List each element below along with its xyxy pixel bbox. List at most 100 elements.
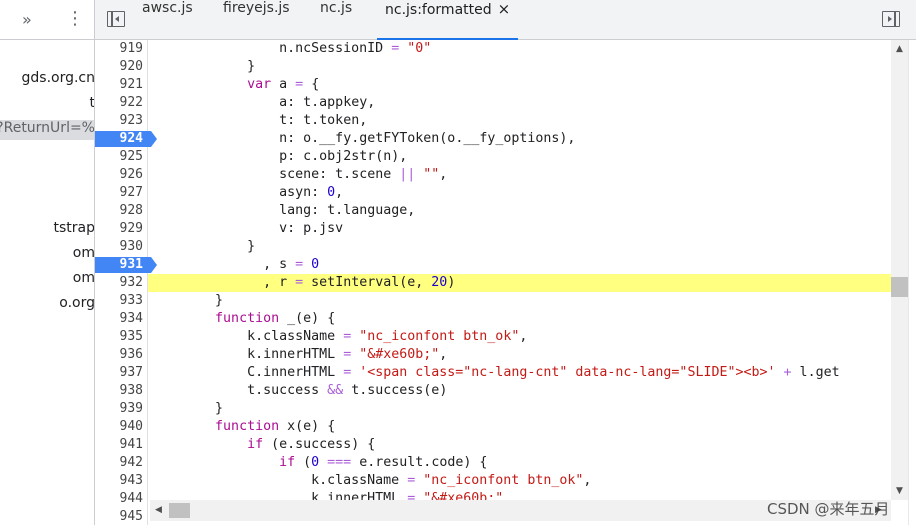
code-text: function x(e) {: [215, 419, 336, 434]
code-line[interactable]: 921 var a = {: [95, 76, 891, 94]
line-number[interactable]: 921: [95, 76, 143, 94]
line-number[interactable]: 938: [95, 382, 143, 400]
line-number: 931: [119, 257, 143, 272]
navigator-item[interactable]: tstrap: [0, 220, 95, 240]
code-text: var a = {: [247, 77, 320, 92]
navigator-toolbar: » ⋮: [0, 0, 94, 40]
code-text: asyn: 0,: [279, 185, 344, 200]
navigator-item-label: gds.org.cn: [21, 70, 95, 86]
breakpoint-marker[interactable]: 931: [95, 257, 157, 273]
close-tab-icon[interactable]: ×: [498, 0, 511, 18]
code-line[interactable]: 933 }: [95, 292, 891, 310]
horizontal-scroll-thumb[interactable]: [169, 503, 190, 518]
code-line[interactable]: 940 function x(e) {: [95, 418, 891, 436]
tab-label: nc.js: [320, 0, 353, 16]
code-line[interactable]: 939 }: [95, 400, 891, 418]
code-text: n.ncSessionID = "0": [279, 41, 432, 56]
code-text: k.className = "nc_iconfont btn_ok",: [247, 329, 528, 344]
code-text: if (0 === e.result.code) {: [279, 455, 488, 470]
line-number[interactable]: 926: [95, 166, 143, 184]
code-line[interactable]: 923 t: t.token,: [95, 112, 891, 130]
line-number[interactable]: 932: [95, 274, 143, 292]
kebab-menu-icon[interactable]: ⋮: [66, 8, 84, 29]
breakpoint-marker[interactable]: 924: [95, 131, 157, 147]
line-number[interactable]: 929: [95, 220, 143, 238]
code-line[interactable]: 926 scene: t.scene || "",: [95, 166, 891, 184]
vertical-scrollbar[interactable]: [891, 40, 908, 500]
code-line[interactable]: 941 if (e.success) {: [95, 436, 891, 454]
code-line[interactable]: 929 v: p.jsv: [95, 220, 891, 238]
more-tabs-chevron-icon[interactable]: »: [22, 10, 32, 29]
code-line[interactable]: 925 p: c.obj2str(n),: [95, 148, 891, 166]
code-line[interactable]: 932 , r = setInterval(e, 20): [95, 274, 891, 292]
line-number[interactable]: 933: [95, 292, 143, 310]
scroll-up-arrow-icon[interactable]: ▲: [891, 44, 908, 54]
line-number[interactable]: 937: [95, 364, 143, 382]
code-line[interactable]: 922 a: t.appkey,: [95, 94, 891, 112]
code-line[interactable]: 928 lang: t.language,: [95, 202, 891, 220]
line-number[interactable]: 945: [95, 508, 143, 525]
code-line[interactable]: 919 n.ncSessionID = "0": [95, 40, 891, 58]
navigator-item[interactable]: om: [0, 270, 95, 290]
code-line[interactable]: 927 asyn: 0,: [95, 184, 891, 202]
line-number[interactable]: 923: [95, 112, 143, 130]
code-line[interactable]: 934 function _(e) {: [95, 310, 891, 328]
editor-tab-bar: awsc.js fireyejs.js nc.js nc.js:formatted ×: [95, 0, 916, 40]
line-number[interactable]: 935: [95, 328, 143, 346]
line-number[interactable]: 934: [95, 310, 143, 328]
code-line[interactable]: 937 C.innerHTML = '<span class="nc-lang-…: [95, 364, 891, 382]
code-line[interactable]: 920 }: [95, 58, 891, 76]
code-line[interactable]: 924 n: o.__fy.getFYToken(o.__fy_options)…: [95, 130, 891, 148]
tab-fireyejs-js[interactable]: fireyejs.js: [223, 0, 290, 40]
code-editor[interactable]: 919 n.ncSessionID = "0" 920 } 921 var a = …: [95, 40, 891, 525]
code-text: t: t.token,: [279, 113, 368, 128]
line-number[interactable]: 942: [95, 454, 143, 472]
code-line[interactable]: 936 k.innerHTML = "&#xe60b;",: [95, 346, 891, 364]
code-text: }: [247, 239, 256, 254]
tab-nc-js[interactable]: nc.js: [320, 0, 352, 40]
line-number[interactable]: 939: [95, 400, 143, 418]
code-text: a: t.appkey,: [279, 95, 376, 110]
line-number[interactable]: 941: [95, 436, 143, 454]
file-navigator: » ⋮ gds.org.cn t ?ReturnUrl=% tstrap om om o.o…: [0, 0, 95, 525]
code-text: function _(e) {: [215, 311, 336, 326]
navigator-item-label: om: [72, 270, 95, 286]
tab-nc-js-formatted[interactable]: nc.js:formatted ×: [377, 0, 519, 40]
tab-label: awsc.js: [142, 0, 193, 16]
line-number[interactable]: 940: [95, 418, 143, 436]
navigator-item[interactable]: o.org: [0, 295, 94, 315]
navigator-item-label: om: [72, 245, 95, 261]
scroll-down-arrow-icon[interactable]: ▼: [891, 486, 908, 496]
toggle-navigator-icon[interactable]: [107, 11, 125, 27]
line-number[interactable]: 944: [95, 490, 143, 508]
vertical-scroll-thumb[interactable]: [891, 277, 908, 297]
code-line[interactable]: 938 t.success && t.success(e): [95, 382, 891, 400]
line-number[interactable]: 919: [95, 40, 143, 58]
line-number[interactable]: 920: [95, 58, 143, 76]
code-line[interactable]: 931 , s = 0: [95, 256, 891, 274]
code-line[interactable]: 930 }: [95, 238, 891, 256]
line-number[interactable]: 943: [95, 472, 143, 490]
code-text: scene: t.scene || "",: [279, 167, 448, 182]
code-line[interactable]: 942 if (0 === e.result.code) {: [95, 454, 891, 472]
navigator-item[interactable]: om: [0, 245, 95, 265]
line-number[interactable]: 930: [95, 238, 143, 256]
line-number[interactable]: 922: [95, 94, 143, 112]
line-number[interactable]: 928: [95, 202, 143, 220]
scroll-left-arrow-icon[interactable]: ◀: [155, 505, 162, 515]
line-number[interactable]: 925: [95, 148, 143, 166]
navigator-item[interactable]: gds.org.cn: [0, 70, 95, 90]
code-text: k.innerHTML = "&#xe60b;",: [247, 347, 448, 362]
navigator-item[interactable]: ?ReturnUrl=%: [0, 120, 94, 140]
toggle-debugger-icon[interactable]: [882, 11, 900, 27]
code-line[interactable]: 935 k.className = "nc_iconfont btn_ok",: [95, 328, 891, 346]
line-number[interactable]: 927: [95, 184, 143, 202]
code-text: t.success && t.success(e): [247, 383, 448, 398]
navigator-item-label: tstrap: [53, 220, 95, 236]
tab-label: nc.js:formatted: [385, 2, 492, 18]
line-number[interactable]: 936: [95, 346, 143, 364]
navigator-item[interactable]: t: [0, 95, 95, 115]
code-text: C.innerHTML = '<span class="nc-lang-cnt"…: [247, 365, 840, 380]
code-line[interactable]: 943 k.className = "nc_iconfont btn_ok",: [95, 472, 891, 490]
tab-awsc-js[interactable]: awsc.js: [142, 0, 193, 40]
